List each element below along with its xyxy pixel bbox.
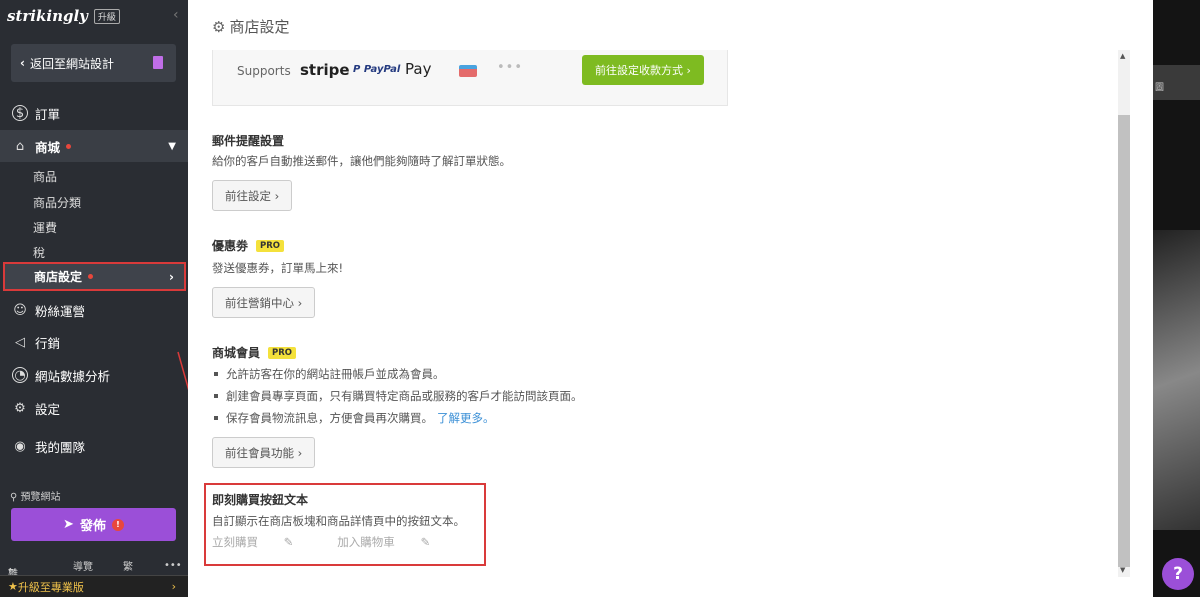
list-item: 創建會員專享頁面，只有購買特定商品或服務的客戶才能訪問該頁面。 — [214, 385, 583, 407]
sidebar-item-team[interactable]: ◉ 我的團隊 — [0, 430, 188, 462]
button-text-editors: 立刻購買 ✎ 加入購物車 ✎ — [212, 534, 474, 550]
gear-icon: ⚙ — [212, 17, 226, 36]
publish-label: 發佈 — [79, 519, 106, 534]
sidebar-bottom-row: ←離開 導覽 繁 ••• — [0, 556, 188, 596]
buy-now-section-title: 即刻購買按鈕文本 — [212, 493, 309, 507]
upgrade-pro-label: 升級至專業版 — [17, 580, 84, 594]
paypal-icon: P PayPal — [353, 64, 401, 75]
membership-feature-list: 允許訪客在你的網站註冊帳戶並成為會員。 創建會員專享頁面，只有購買特定商品或服務… — [214, 363, 583, 429]
search-icon: ⚲ — [10, 492, 18, 503]
sidebar-subitem-shipping[interactable]: 運費 — [33, 219, 57, 236]
sidebar-item-label: 商店設定 — [34, 270, 83, 284]
scrollbar-thumb[interactable] — [1118, 115, 1130, 567]
chevron-right-icon: › — [171, 580, 176, 593]
back-to-design-button[interactable]: ‹ 返回至網站設計 — [11, 44, 176, 82]
sidebar-item-label: 設定 — [35, 401, 61, 417]
credit-card-icon — [459, 65, 477, 77]
preview-label: 預覽網站 — [20, 492, 61, 503]
notification-dot — [88, 274, 94, 279]
goto-email-settings-button[interactable]: 前往設定 › — [212, 180, 293, 211]
learn-more-link[interactable]: 了解更多。 — [437, 410, 495, 426]
globe-icon: ◉ — [14, 438, 26, 454]
tour-link[interactable]: 導覽 — [73, 558, 93, 573]
sidebar-item-analytics[interactable]: ◔ 網站數據分析 — [0, 359, 188, 391]
page-header: ⚙ 商店設定 — [212, 16, 289, 37]
help-button[interactable]: ? — [1162, 558, 1194, 590]
more-icon: ••• — [497, 60, 524, 75]
star-icon: ★ — [8, 580, 18, 593]
payment-methods-box: Supports stripe P PayPal Pay ••• 前往設定收款方… — [212, 50, 728, 106]
dollar-icon: $ — [12, 105, 28, 121]
add-to-cart-text-edit[interactable]: 加入購物車 ✎ — [337, 534, 452, 550]
goto-payment-settings-button[interactable]: 前往設定收款方式 › — [582, 55, 704, 85]
sidebar-item-label: 粉絲運營 — [35, 303, 86, 319]
collapse-sidebar-icon[interactable]: ‹ — [173, 7, 179, 23]
sidebar-item-label: 網站數據分析 — [35, 368, 111, 384]
scroll-up-icon[interactable]: ▲ — [1120, 52, 1125, 60]
sidebar-subitem-tax[interactable]: 稅 — [33, 244, 45, 261]
membership-section-title: 商城會員 PRO — [212, 344, 297, 361]
sidebar-item-fans[interactable]: ☺ 粉絲運營 — [0, 294, 188, 326]
rocket-icon: ➤ — [63, 517, 74, 532]
buy-now-section-desc: 自訂顯示在商店板塊和商品詳情頁中的按鈕文本。 — [212, 514, 465, 528]
preview-text: 圖 — [1155, 83, 1165, 93]
pro-badge: PRO — [268, 346, 297, 359]
coupon-section-title: 優惠劵 PRO — [212, 237, 285, 254]
coupon-section-desc: 發送優惠券，訂單馬上來! — [212, 261, 344, 275]
page-title: 商店設定 — [229, 18, 290, 36]
buy-now-text-edit[interactable]: 立刻購買 ✎ — [212, 534, 315, 550]
gear-icon: ⚙ — [14, 400, 26, 416]
apple-pay-icon: Pay — [405, 60, 432, 78]
upgrade-pro-link[interactable]: ★ 升級至專業版 › — [0, 575, 188, 597]
sidebar-item-orders[interactable]: $ 訂單 — [0, 97, 188, 129]
sidebar-subitem-store-settings[interactable]: 商店設定 › — [3, 262, 186, 291]
sidebar-item-label: 行銷 — [35, 335, 61, 351]
pencil-icon: ✎ — [283, 535, 294, 549]
goto-membership-button[interactable]: 前往會員功能 › — [212, 437, 316, 468]
main-content: ⚙ 商店設定 Supports stripe P PayPal Pay ••• … — [188, 0, 1153, 597]
site-preview-panel: 圖 — [1153, 0, 1200, 597]
store-icon: ⌂ — [15, 138, 25, 154]
list-item: 允許訪客在你的網站註冊帳戶並成為會員。 — [214, 363, 583, 385]
scroll-down-icon[interactable]: ▼ — [1120, 566, 1125, 574]
email-section-desc: 給你的客戶自動推送郵件，讓他們能夠隨時了解訂單狀態。 — [212, 154, 511, 168]
document-icon — [153, 56, 163, 69]
more-menu-icon[interactable]: ••• — [164, 560, 182, 571]
notification-dot — [66, 143, 72, 149]
preview-image — [1153, 230, 1200, 530]
sidebar-item-label: 我的團隊 — [35, 439, 86, 455]
sidebar-item-label: 商城 — [35, 139, 61, 155]
language-link[interactable]: 繁 — [123, 558, 133, 573]
sidebar-subitem-products[interactable]: 商品 — [33, 168, 57, 185]
sidebar: strikingly 升級 ‹ ‹ 返回至網站設計 $ 訂單 ⌂ 商城 ▼ 商品… — [0, 0, 188, 597]
sidebar-item-settings[interactable]: ⚙ 設定 — [0, 392, 188, 424]
publish-button[interactable]: ➤ 發佈 ! — [11, 508, 176, 541]
pro-badge: PRO — [256, 239, 285, 252]
chevron-left-icon: ‹ — [20, 56, 25, 70]
alert-icon: ! — [111, 518, 124, 531]
chevron-down-icon: ▼ — [168, 140, 176, 152]
supports-label: Supports — [237, 64, 291, 78]
logo[interactable]: strikingly — [7, 7, 88, 25]
chevron-right-icon: › — [169, 269, 174, 284]
sidebar-item-marketing[interactable]: ◁ 行銷 — [0, 326, 188, 358]
sidebar-subitem-categories[interactable]: 商品分類 — [33, 194, 81, 211]
upgrade-badge[interactable]: 升級 — [93, 8, 120, 24]
megaphone-icon: ◁ — [15, 334, 25, 350]
sidebar-item-store[interactable]: ⌂ 商城 ▼ — [0, 130, 188, 162]
back-label: 返回至網站設計 — [29, 56, 114, 71]
stripe-icon: stripe — [300, 61, 350, 79]
goto-marketing-center-button[interactable]: 前往營銷中心 › — [212, 287, 316, 318]
users-icon: ☺ — [13, 302, 27, 318]
sidebar-item-label: 訂單 — [35, 106, 61, 122]
logo-row: strikingly 升級 — [0, 0, 188, 32]
list-item: 保存會員物流訊息，方便會員再次購買。 了解更多。 — [214, 407, 583, 429]
preview-site-link[interactable]: ⚲ 預覽網站 — [10, 488, 61, 503]
pie-chart-icon: ◔ — [12, 367, 28, 383]
pencil-icon: ✎ — [420, 535, 431, 549]
email-section-title: 郵件提醒設置 — [212, 134, 285, 148]
